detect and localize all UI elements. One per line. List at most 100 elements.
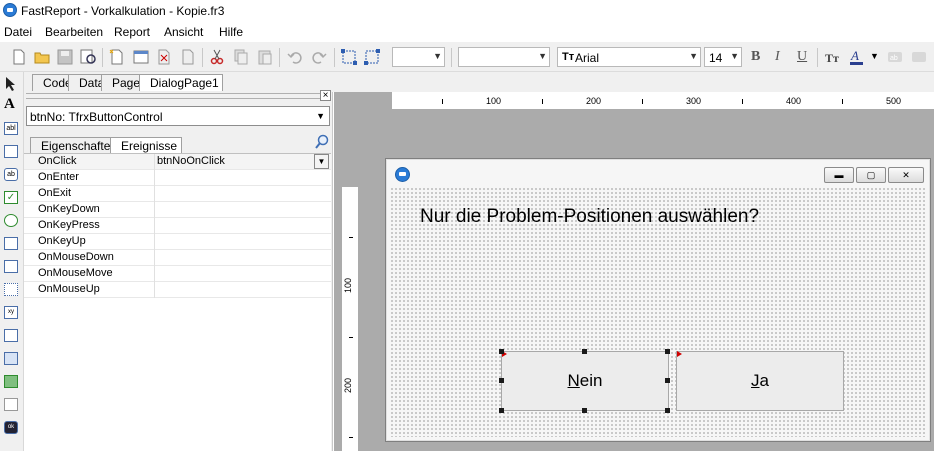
close-button[interactable]: ✕ <box>888 167 924 183</box>
selection-handle[interactable] <box>665 408 670 413</box>
tab-eigenschaften[interactable]: Eigenschaften <box>30 137 123 153</box>
bevel-control-icon[interactable] <box>4 398 18 411</box>
maximize-button[interactable]: ▢ <box>856 167 886 183</box>
selection-handle[interactable] <box>582 349 587 354</box>
text-rotation-icon[interactable] <box>910 48 928 66</box>
question-label[interactable]: Nur die Problem-Positionen auswählen? <box>420 206 759 228</box>
selection-handle[interactable] <box>665 349 670 354</box>
combobox-control-icon[interactable] <box>4 260 18 273</box>
toolbar-separator <box>279 48 280 67</box>
selection-handle[interactable] <box>499 349 504 354</box>
menu-bearbeiten[interactable]: Bearbeiten <box>45 25 103 39</box>
chevron-down-icon[interactable]: ▼ <box>314 154 329 169</box>
font-size-combo[interactable]: 14 ▼ <box>704 47 742 67</box>
copy-icon[interactable] <box>232 48 250 66</box>
event-name: OnKeyUp <box>38 235 86 247</box>
style-combo[interactable]: ▼ <box>392 47 445 67</box>
memo-control-icon[interactable] <box>4 145 18 158</box>
ruler-label: 100 <box>343 277 353 293</box>
fastreport-app-icon <box>395 167 410 182</box>
select-tool-icon[interactable] <box>5 76 18 91</box>
italic-button[interactable]: I <box>775 49 793 67</box>
event-row[interactable]: OnExit <box>24 186 331 202</box>
event-row[interactable]: OnKeyUp <box>24 234 331 250</box>
svg-text:A: A <box>850 48 859 63</box>
event-row[interactable]: OnEnter <box>24 170 331 186</box>
event-row[interactable]: OnMouseDown <box>24 250 331 266</box>
radio-control-icon[interactable] <box>4 214 18 227</box>
event-row[interactable]: OnKeyPress <box>24 218 331 234</box>
redo-icon[interactable] <box>310 48 328 66</box>
no-button[interactable]: Nein <box>501 351 669 411</box>
tab-ereignisse[interactable]: Ereignisse <box>110 137 183 153</box>
event-name: OnMouseDown <box>38 251 114 263</box>
design-area: 100 200 300 400 500 100 200 ▬ ▢ ✕ Nur di… <box>334 92 934 451</box>
font-name-combo[interactable]: Tт Arial ▼ <box>557 47 701 67</box>
ruler-tick <box>742 99 743 104</box>
new-dialog-icon[interactable] <box>132 48 150 66</box>
column-divider <box>154 250 155 266</box>
event-row[interactable]: OnMouseMove <box>24 266 331 282</box>
checkbox-control-icon[interactable]: ✓ <box>4 191 18 204</box>
open-folder-icon[interactable] <box>33 48 51 66</box>
image-control-icon[interactable] <box>4 375 18 388</box>
object-selector[interactable]: btnNo: TfrxButtonControl ▼ <box>26 106 330 126</box>
new-page-icon[interactable] <box>108 48 126 66</box>
paste-icon[interactable] <box>256 48 274 66</box>
menu-ansicht[interactable]: Ansicht <box>164 25 203 39</box>
font-settings-icon[interactable]: Tт <box>824 48 842 66</box>
minimize-button[interactable]: ▬ <box>824 167 854 183</box>
fit-to-grid-icon[interactable] <box>340 48 358 66</box>
label-control-icon[interactable]: abl <box>4 122 18 135</box>
search-icon[interactable] <box>314 134 330 150</box>
event-row[interactable]: OnClick btnNoOnClick ▼ <box>24 154 331 170</box>
ruler-tick <box>842 99 843 104</box>
save-icon[interactable] <box>56 48 74 66</box>
align-to-grid-icon[interactable] <box>363 48 381 66</box>
selection-handle[interactable] <box>499 408 504 413</box>
font-color-icon[interactable]: A <box>848 48 866 66</box>
event-name: OnExit <box>38 187 72 199</box>
selection-handle[interactable] <box>665 378 670 383</box>
edit-control-icon[interactable]: ab <box>4 168 18 181</box>
button-control-icon[interactable]: ok <box>4 421 18 434</box>
listbox-control-icon[interactable] <box>4 237 18 250</box>
inspector-grip[interactable] <box>26 93 322 99</box>
menu-datei[interactable]: Datei <box>4 25 32 39</box>
chevron-down-icon: ▼ <box>689 51 698 61</box>
panel-control-icon[interactable] <box>4 283 18 296</box>
tab-dialogpage1[interactable]: DialogPage1 <box>139 74 223 91</box>
selection-handle[interactable] <box>582 408 587 413</box>
undo-icon[interactable] <box>286 48 304 66</box>
underline-button[interactable]: U <box>797 49 815 67</box>
toolbar-separator <box>817 48 818 67</box>
new-file-icon[interactable] <box>10 48 28 66</box>
groupbox-control-icon[interactable]: xy <box>4 306 18 319</box>
close-icon[interactable]: × <box>320 90 331 101</box>
text-tool-icon[interactable]: A <box>4 96 15 113</box>
grid-control-icon[interactable] <box>4 352 18 365</box>
event-name: OnMouseMove <box>38 267 113 279</box>
delete-page-icon[interactable] <box>155 48 173 66</box>
menu-report[interactable]: Report <box>114 25 150 39</box>
bold-button[interactable]: B <box>751 49 769 67</box>
event-value-input[interactable]: btnNoOnClick <box>157 155 225 167</box>
date-edit-icon[interactable] <box>4 329 18 342</box>
frame-style-combo[interactable]: ▼ <box>458 47 550 67</box>
window-title: FastReport - Vorkalkulation - Kopie.fr3 <box>21 4 225 18</box>
event-row[interactable]: OnKeyDown <box>24 202 331 218</box>
event-row[interactable]: OnMouseUp <box>24 282 331 298</box>
page-settings-icon[interactable] <box>179 48 197 66</box>
dialog-form[interactable]: ▬ ▢ ✕ Nur die Problem-Positionen auswähl… <box>385 158 931 442</box>
column-divider <box>154 202 155 218</box>
column-divider <box>154 266 155 282</box>
cut-icon[interactable] <box>208 48 226 66</box>
selection-handle[interactable] <box>499 378 504 383</box>
title-bar: FastReport - Vorkalkulation - Kopie.fr3 <box>0 0 934 22</box>
highlight-icon[interactable]: ab <box>886 48 904 66</box>
selected-object: btnNo: TfrxButtonControl <box>30 110 163 124</box>
chevron-down-icon: ▼ <box>730 51 739 61</box>
menu-hilfe[interactable]: Hilfe <box>219 25 243 39</box>
preview-icon[interactable] <box>79 48 97 66</box>
yes-button[interactable]: Ja <box>676 351 844 411</box>
